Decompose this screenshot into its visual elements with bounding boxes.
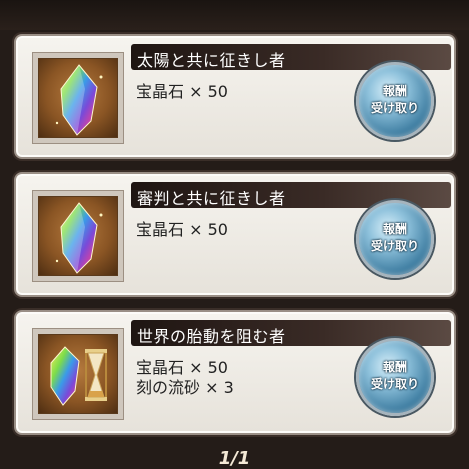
reward-item: 刻の流砂 × 3	[136, 378, 234, 397]
reward-item: 宝晶石 × 50	[136, 220, 228, 239]
hourglass-icon	[85, 349, 107, 401]
claim-reward-label: 報酬 受け取り	[370, 84, 419, 115]
mission-card: 太陽と共に征きし者 宝晶石 × 50 報酬 受け取り	[14, 34, 456, 159]
mission-card: 世界の胎動を阻む者 宝晶石 × 50 刻の流砂 × 3 報酬 受け取り	[14, 310, 456, 435]
reward-list: 宝晶石 × 50 刻の流砂 × 3	[136, 358, 234, 398]
reward-thumbnail	[32, 328, 124, 420]
claim-reward-label: 報酬 受け取り	[370, 222, 419, 253]
page-indicator: 1/1	[218, 448, 251, 469]
claim-reward-label: 報酬 受け取り	[370, 360, 419, 391]
mission-title: 審判と共に征きし者	[137, 189, 286, 208]
mission-title: 世界の胎動を阻む者	[137, 327, 286, 346]
reward-list: 宝晶石 × 50	[136, 220, 228, 240]
rainbow-crystal-icon	[55, 64, 103, 136]
reward-thumbnail	[32, 52, 124, 144]
reward-item: 宝晶石 × 50	[136, 82, 228, 101]
top-backdrop	[0, 0, 469, 30]
reward-thumbnail	[32, 190, 124, 282]
mission-card: 審判と共に征きし者 宝晶石 × 50 報酬 受け取り	[14, 172, 456, 297]
mission-title: 太陽と共に征きし者	[137, 51, 286, 70]
claim-reward-button[interactable]: 報酬 受け取り	[356, 200, 434, 278]
claim-reward-button[interactable]: 報酬 受け取り	[356, 338, 434, 416]
claim-reward-button[interactable]: 報酬 受け取り	[356, 62, 434, 140]
rainbow-crystal-icon	[55, 202, 103, 274]
reward-item: 宝晶石 × 50	[136, 358, 228, 377]
reward-list: 宝晶石 × 50	[136, 82, 228, 102]
